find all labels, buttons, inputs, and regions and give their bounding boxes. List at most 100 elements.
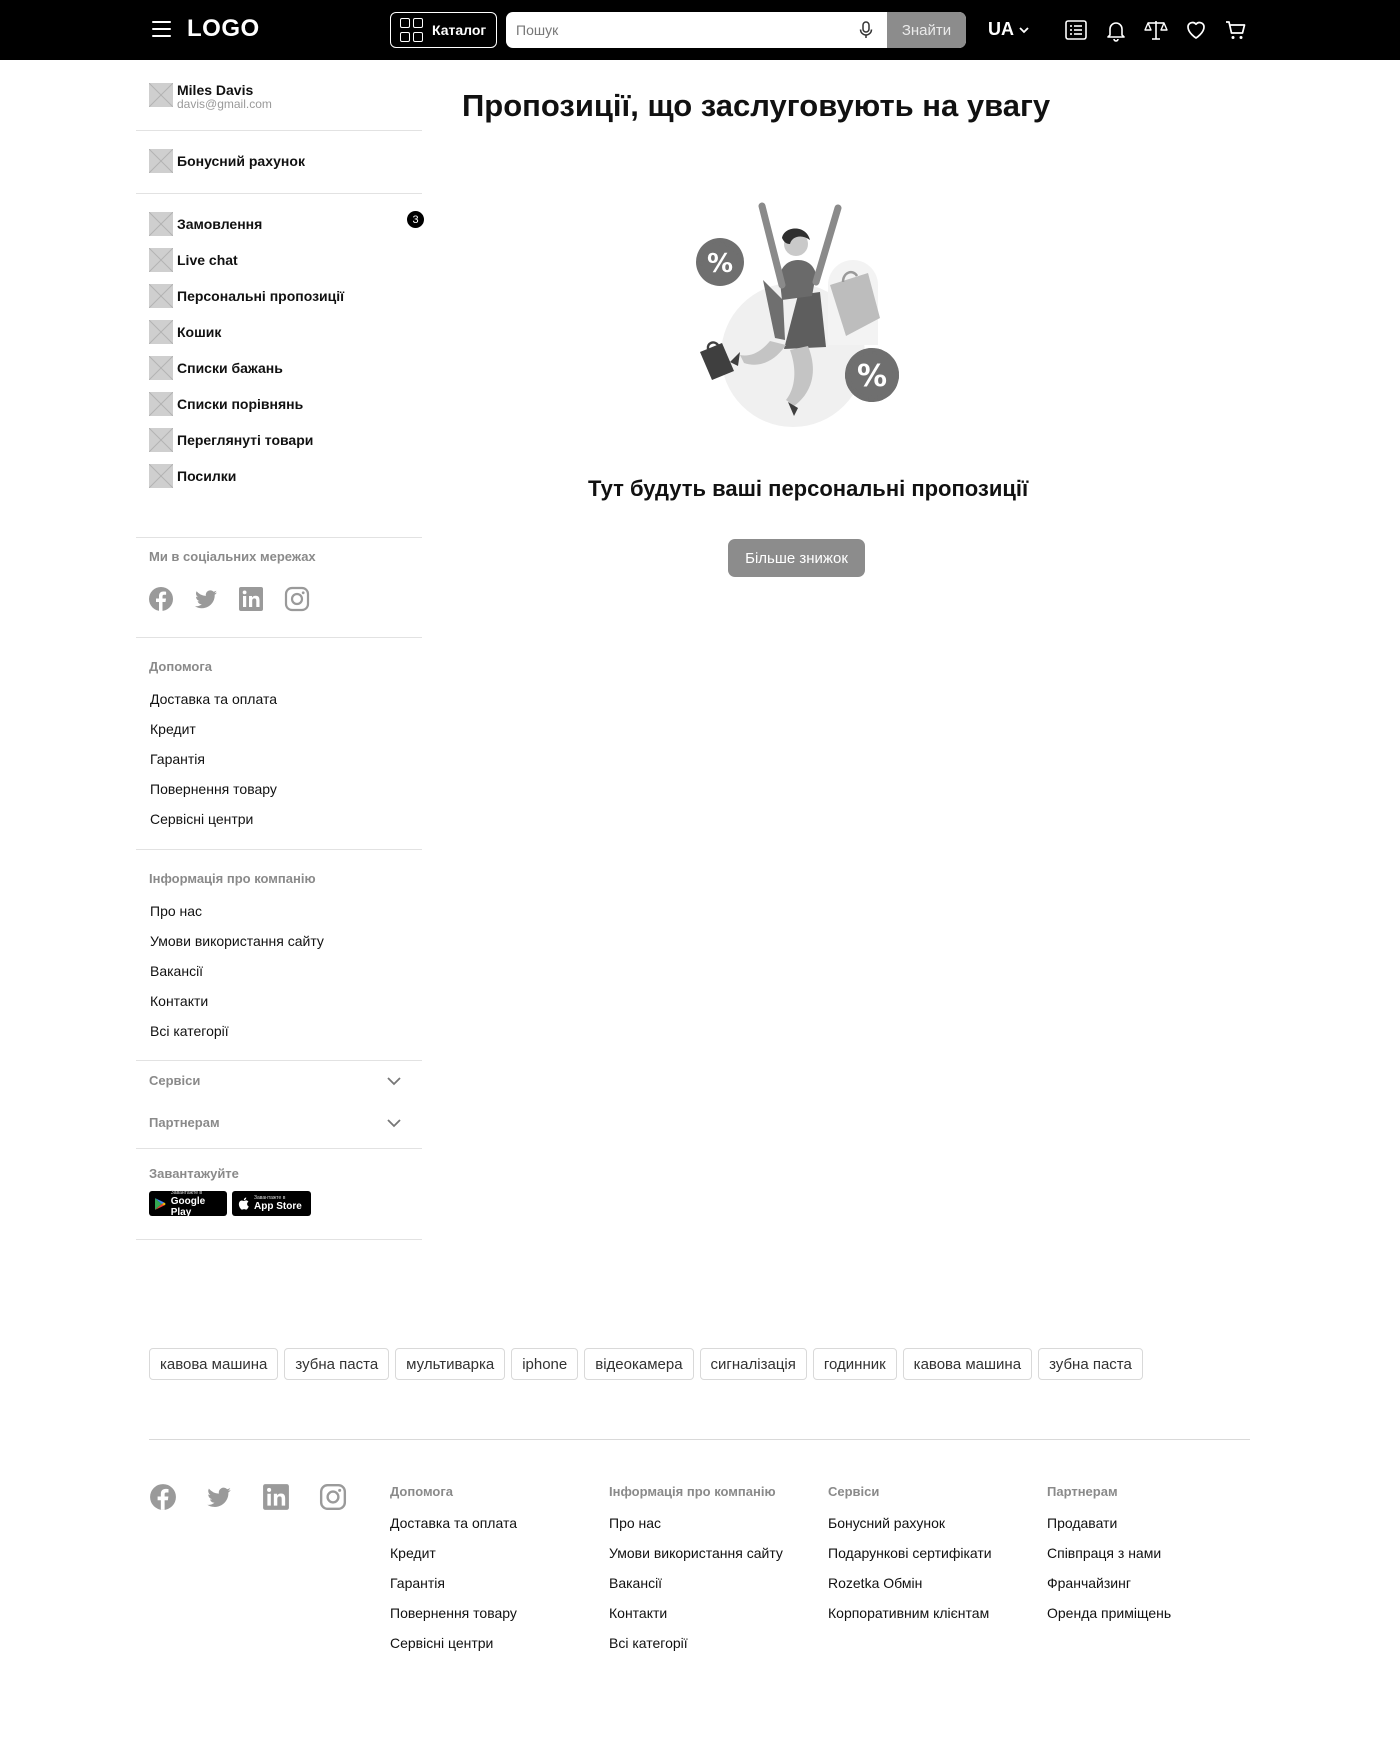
company-link-vacancies[interactable]: Вакансії [150,963,203,979]
sidebar-item-viewed[interactable]: Переглянуті товари [149,428,313,452]
footer-partners-link[interactable]: Продавати [1047,1515,1117,1531]
footer-company-link[interactable]: Про нас [609,1515,661,1531]
instagram-icon[interactable] [319,1483,347,1511]
sidebar-item-label: Бонусний рахунок [177,153,305,169]
percent-badge-icon: % [696,238,744,286]
footer-services-link[interactable]: Бонусний рахунок [828,1515,945,1531]
divider [136,1060,422,1061]
app-store-button[interactable]: Завантажте в App Store [232,1191,311,1216]
list-icon[interactable] [1064,18,1088,42]
search-tag[interactable]: відеокамера [584,1348,694,1380]
search-tag[interactable]: мультиварка [395,1348,506,1380]
help-title: Допомога [149,659,213,674]
search-tag[interactable]: годинник [812,1348,897,1380]
partners-accordion[interactable]: Партнерам [149,1115,220,1130]
instagram-icon[interactable] [284,586,310,612]
search-tag[interactable]: зубна паста [284,1348,390,1380]
sidebar-item-parcels[interactable]: Посилки [149,464,236,488]
language-label: UA [988,19,1014,39]
compare-icon [149,392,173,416]
footer-help-link[interactable]: Повернення товару [390,1605,517,1621]
company-link-categories[interactable]: Всі категорії [150,1023,229,1039]
sidebar-item-personal-offers[interactable]: Персональні пропозиції [149,284,344,308]
company-link-terms[interactable]: Умови використання сайту [150,933,324,949]
help-link-warranty[interactable]: Гарантія [150,751,205,767]
menu-icon[interactable] [152,21,171,37]
chevron-down-icon [1019,26,1029,33]
svg-text:%: % [857,359,887,394]
facebook-icon[interactable] [148,586,174,612]
sidebar-item-label: Списки бажань [177,360,283,376]
footer-help-link[interactable]: Гарантія [390,1575,445,1591]
heart-icon[interactable] [1184,18,1208,42]
grid-icon [400,18,424,42]
footer-company-link[interactable]: Всі категорії [609,1635,688,1651]
twitter-icon[interactable] [205,1483,233,1511]
sidebar-item-live-chat[interactable]: Live chat [149,248,238,272]
footer-partners-link[interactable]: Співпраця з нами [1047,1545,1161,1561]
sidebar-item-label: Кошик [177,324,222,340]
divider [136,130,422,131]
chevron-down-icon[interactable] [386,1073,402,1089]
sidebar-item-label: Списки порівнянь [177,396,304,412]
twitter-icon[interactable] [193,586,219,612]
sidebar-item-label: Персональні пропозиції [177,288,345,304]
more-discounts-button[interactable]: Більше знижок [728,539,865,577]
footer-company-link[interactable]: Умови використання сайту [609,1545,783,1561]
google-play-icon [155,1197,166,1210]
footer-help-link[interactable]: Сервісні центри [390,1635,493,1651]
linkedin-icon[interactable] [238,586,264,612]
cart-icon[interactable] [1224,18,1248,42]
footer-services-link[interactable]: Корпоративним клієнтам [828,1605,989,1621]
shopping-woman-illustration: % % [696,202,899,427]
search-tag[interactable]: кавова машина [902,1348,1033,1380]
search-tag[interactable]: iphone [511,1348,579,1380]
google-play-button[interactable]: Завантажте в Google Play [149,1190,227,1218]
footer-services-link[interactable]: Rozetka Обмін [828,1575,922,1591]
orders-icon [149,212,173,236]
footer-help-link[interactable]: Кредит [390,1545,436,1561]
company-link-contacts[interactable]: Контакти [150,993,208,1009]
sidebar-item-orders[interactable]: Замовлення [149,212,262,236]
sidebar-item-label: Переглянуті товари [177,432,314,448]
sidebar-item-comparisons[interactable]: Списки порівнянь [149,392,303,416]
facebook-icon[interactable] [149,1483,177,1511]
search-tag[interactable]: кавова машина [149,1348,279,1380]
divider [136,1239,422,1240]
top-header: LOGO Каталог Знайти UA [0,0,1400,60]
google-play-label: Google Play [170,1195,206,1218]
user-profile[interactable]: Miles Davis davis@gmail.com [149,82,272,111]
svg-text:%: % [707,249,733,279]
chevron-down-icon[interactable] [386,1115,402,1131]
scales-icon[interactable] [1144,18,1168,42]
catalog-button[interactable]: Каталог [390,12,497,48]
search-tag[interactable]: зубна паста [1038,1348,1143,1380]
language-selector[interactable]: UA [988,19,1030,40]
sidebar-item-label: Live chat [177,252,238,268]
sidebar-item-wishlists[interactable]: Списки бажань [149,356,283,380]
logo[interactable]: LOGO [187,15,260,43]
footer-company-link[interactable]: Вакансії [609,1575,662,1591]
linkedin-icon[interactable] [262,1483,290,1511]
bell-icon[interactable] [1104,18,1128,42]
help-link-service-centers[interactable]: Сервісні центри [150,811,253,827]
sidebar-item-bonus[interactable]: Бонусний рахунок [149,149,305,173]
services-accordion[interactable]: Сервіси [149,1073,200,1088]
user-email: davis@gmail.com [177,97,272,111]
search-button[interactable]: Знайти [887,12,966,48]
search-tag[interactable]: сигналізація [699,1348,807,1380]
help-link-credit[interactable]: Кредит [150,721,196,737]
search-input[interactable] [516,20,836,40]
footer-company-link[interactable]: Контакти [609,1605,667,1621]
help-link-delivery[interactable]: Доставка та оплата [150,691,277,707]
help-link-returns[interactable]: Повернення товару [150,781,277,797]
footer-partners-link[interactable]: Франчайзинг [1047,1575,1131,1591]
microphone-icon[interactable] [856,20,876,40]
footer-services-link[interactable]: Подарункові сертифікати [828,1545,992,1561]
sidebar-item-cart[interactable]: Кошик [149,320,221,344]
footer-help-link[interactable]: Доставка та оплата [390,1515,517,1531]
footer-partners-link[interactable]: Оренда приміщень [1047,1605,1171,1621]
company-link-about[interactable]: Про нас [150,903,202,919]
footer-help-title: Допомога [390,1484,454,1499]
divider [136,1148,422,1149]
